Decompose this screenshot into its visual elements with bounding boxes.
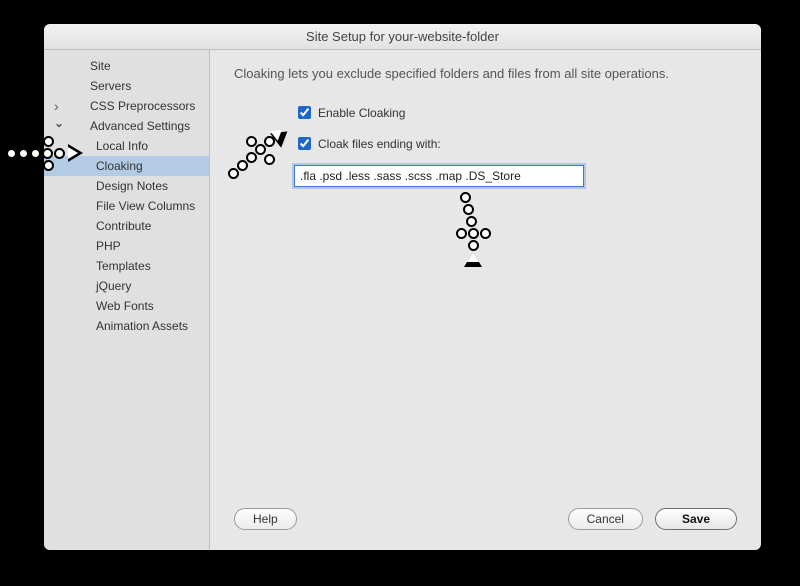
sidebar-item-label: Web Fonts — [96, 299, 154, 313]
sidebar-item-file-view-columns[interactable]: File View Columns — [44, 196, 209, 216]
sidebar-item-contribute[interactable]: Contribute — [44, 216, 209, 236]
sidebar-item-label: Animation Assets — [96, 319, 188, 333]
sidebar-item-php[interactable]: PHP — [44, 236, 209, 256]
sidebar-item-label: Site — [90, 59, 111, 73]
dialog-footer: Help Cancel Save — [234, 500, 737, 538]
sidebar-item-servers[interactable]: Servers — [44, 76, 209, 96]
sidebar-item-jquery[interactable]: jQuery — [44, 276, 209, 296]
chevron-down-icon[interactable] — [54, 119, 64, 133]
sidebar-item-cloaking[interactable]: Cloaking — [44, 156, 209, 176]
sidebar-item-label: Local Info — [96, 139, 148, 153]
extensions-input[interactable] — [294, 165, 584, 187]
save-button[interactable]: Save — [655, 508, 737, 530]
sidebar-item-css-preprocessors[interactable]: CSS Preprocessors — [44, 96, 209, 116]
description-text: Cloaking lets you exclude specified fold… — [234, 66, 737, 81]
sidebar-item-label: Servers — [90, 79, 131, 93]
sidebar-item-advanced-settings[interactable]: Advanced Settings — [44, 116, 209, 136]
sidebar-item-local-info[interactable]: Local Info — [44, 136, 209, 156]
sidebar-item-templates[interactable]: Templates — [44, 256, 209, 276]
cancel-button[interactable]: Cancel — [568, 508, 643, 530]
chevron-right-icon[interactable] — [54, 98, 59, 114]
sidebar-item-label: jQuery — [96, 279, 131, 293]
enable-cloaking-label: Enable Cloaking — [318, 106, 405, 120]
sidebar-item-label: Cloaking — [96, 159, 143, 173]
sidebar-item-site[interactable]: Site — [44, 56, 209, 76]
sidebar-item-label: File View Columns — [96, 199, 195, 213]
cloak-files-label: Cloak files ending with: — [318, 137, 441, 151]
dialog-body: Site Servers CSS Preprocessors Advanced Set… — [44, 50, 761, 550]
sidebar-item-label: Contribute — [96, 219, 151, 233]
category-sidebar: Site Servers CSS Preprocessors Advanced Set… — [44, 50, 210, 550]
main-panel: Cloaking lets you exclude specified fold… — [210, 50, 761, 550]
dialog-title: Site Setup for your-website-folder — [44, 24, 761, 50]
enable-cloaking-checkbox[interactable] — [298, 106, 311, 119]
sidebar-item-animation-assets[interactable]: Animation Assets — [44, 316, 209, 336]
sidebar-item-label: Templates — [96, 259, 151, 273]
sidebar-item-label: CSS Preprocessors — [90, 99, 195, 113]
site-setup-dialog: Site Setup for your-website-folder SiteS… — [44, 24, 761, 550]
extensions-input-row — [294, 165, 737, 187]
enable-cloaking-row: Enable Cloaking — [294, 103, 737, 122]
sidebar-item-design-notes[interactable]: Design Notes — [44, 176, 209, 196]
cloak-files-checkbox[interactable] — [298, 137, 311, 150]
sidebar-item-label: PHP — [96, 239, 121, 253]
sidebar-item-label: Advanced Settings — [90, 119, 190, 133]
help-button[interactable]: Help — [234, 508, 297, 530]
sidebar-item-web-fonts[interactable]: Web Fonts — [44, 296, 209, 316]
sidebar-item-label: Design Notes — [96, 179, 168, 193]
cloak-files-row: Cloak files ending with: — [294, 134, 737, 153]
